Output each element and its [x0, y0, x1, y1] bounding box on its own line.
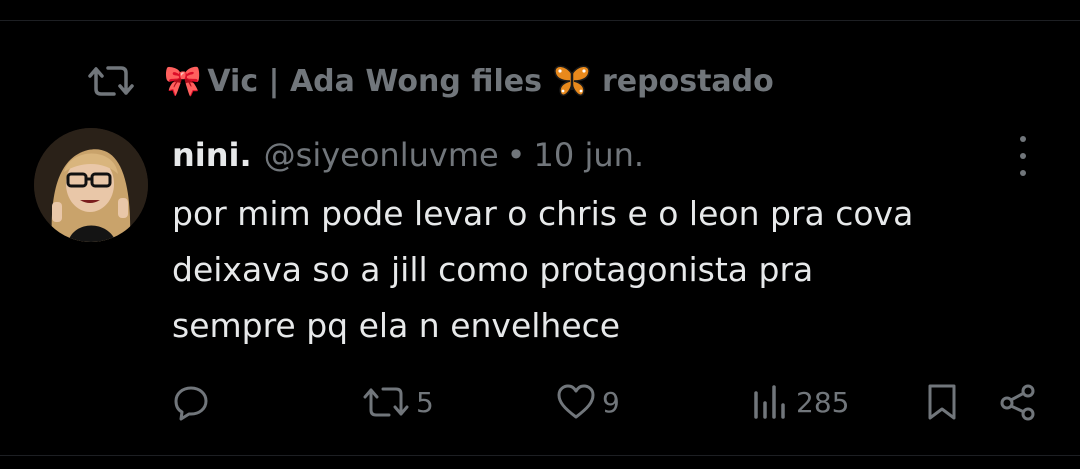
separator-dot: •	[506, 136, 526, 174]
top-divider	[0, 20, 1080, 21]
views-count: 285	[796, 385, 850, 419]
tweet-text: por mim pode levar o chris e o leon pra …	[172, 194, 914, 345]
tweet-date[interactable]: 10 jun.	[534, 136, 645, 174]
tweet-header: nini. @siyeonluvme • 10 jun.	[172, 132, 644, 178]
reply-button[interactable]	[172, 380, 210, 424]
avatar[interactable]	[34, 128, 148, 242]
views-button[interactable]: 285	[750, 380, 849, 424]
repost-user-name[interactable]: Vic | Ada Wong files	[207, 64, 542, 99]
repost-action-icon	[362, 383, 410, 421]
ribbon-emoji: 🎀	[164, 63, 202, 99]
repost-label: repostado	[601, 63, 774, 99]
repost-context[interactable]: 🎀 Vic | Ada Wong files repostado	[88, 58, 774, 104]
bookmark-button[interactable]	[924, 380, 960, 424]
heart-icon	[556, 383, 596, 421]
like-button[interactable]: 9	[556, 380, 620, 424]
display-name[interactable]: nini.	[172, 136, 252, 174]
repost-button[interactable]: 5	[362, 380, 434, 424]
share-icon	[998, 382, 1038, 422]
more-icon[interactable]	[1010, 136, 1036, 176]
user-handle[interactable]: @siyeonluvme	[264, 136, 499, 174]
repost-icon	[88, 61, 134, 101]
repost-count: 5	[416, 385, 434, 419]
butterfly-icon	[552, 64, 592, 98]
bookmark-icon	[924, 382, 960, 422]
like-count: 9	[602, 385, 620, 419]
tweet-actions: 5 9 285	[172, 380, 1052, 424]
views-icon	[750, 383, 790, 421]
bottom-divider	[0, 455, 1080, 456]
reply-icon	[172, 383, 210, 421]
share-button[interactable]	[998, 380, 1038, 424]
